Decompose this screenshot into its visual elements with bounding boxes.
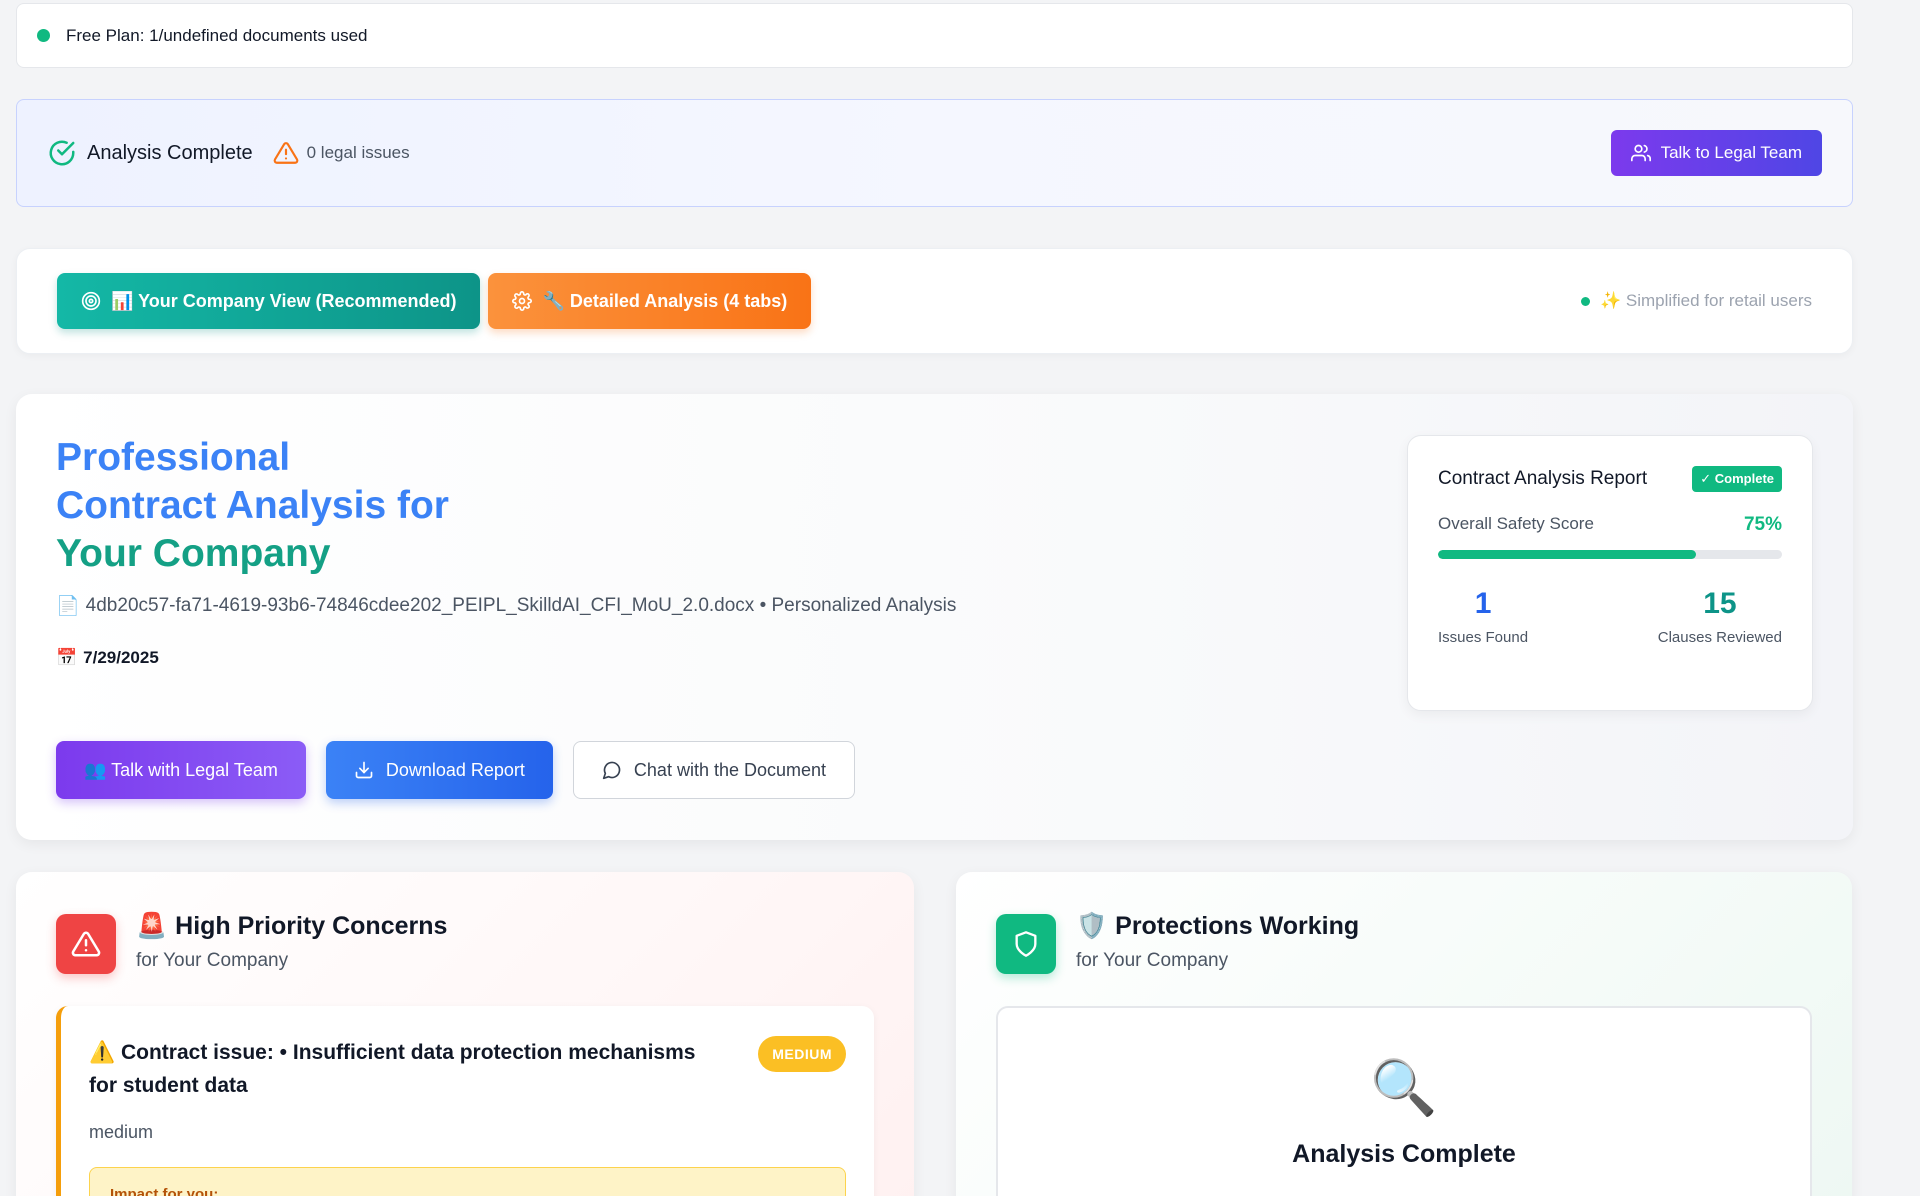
title-line-2: Contract Analysis for [56, 484, 449, 527]
check-circle-icon [49, 140, 75, 166]
concerns-title: 🚨 High Priority Concerns [136, 912, 447, 941]
page: Free Plan: 1/undefined documents used An… [0, 0, 1920, 1196]
report-stats: 1 Issues Found 15 Clauses Reviewed [1438, 587, 1782, 646]
issue-severity: medium [89, 1122, 154, 1142]
download-report-button[interactable]: Download Report [325, 741, 553, 799]
page-title: Professional Contract Analysis for Your … [56, 434, 576, 578]
clauses-reviewed-value: 15 [1703, 587, 1737, 620]
talk-with-legal-team-button[interactable]: 👥 Talk with Legal Team [56, 741, 306, 799]
talk-to-legal-team-label: Talk to Legal Team [1660, 143, 1802, 162]
chat-with-document-button[interactable]: Chat with the Document [572, 741, 856, 799]
protections-title: 🛡️ Protections Working [1076, 912, 1359, 941]
issues-found-stat: 1 Issues Found [1438, 587, 1528, 646]
concerns-title-text: High Priority Concerns [175, 912, 448, 940]
view-toggle-card: 📊 Your Company View (Recommended) 🔧 Deta… [16, 248, 1853, 354]
plan-usage-text: Free Plan: 1/undefined documents used [66, 25, 368, 45]
analysis-date: 📅 7/29/2025 [56, 648, 159, 668]
note-status-dot [1580, 296, 1590, 306]
document-filename: 4db20c57-fa71-4619-93b6-74846cdee202_PEI… [85, 595, 957, 616]
issues-found-value: 1 [1474, 587, 1492, 620]
hero-actions: 👥 Talk with Legal Team Download Report C… [56, 741, 856, 799]
issue-title: ⚠️ Contract issue: • Insufficient data p… [89, 1041, 696, 1097]
download-report-label: Download Report [385, 759, 525, 780]
gear-icon [512, 291, 533, 311]
concerns-subtitle: for Your Company [136, 950, 289, 971]
detailed-analysis-label: 🔧 Detailed Analysis (4 tabs) [542, 290, 788, 311]
protections-title-text: Protections Working [1115, 912, 1360, 940]
status-summary: Analysis Complete 0 legal issues [47, 138, 1611, 168]
document-info: 📄 4db20c57-fa71-4619-93b6-74846cdee202_P… [56, 594, 956, 618]
impact-label: Impact for you: [110, 1186, 219, 1196]
protections-empty-state: 🔍 Analysis Complete [996, 1006, 1812, 1196]
target-icon [81, 291, 101, 311]
issue-header: ⚠️ Contract issue: • Insufficient data p… [89, 1036, 846, 1102]
analysis-status-bar: Analysis Complete 0 legal issues Talk to… [16, 99, 1853, 207]
status-title: Analysis Complete [87, 141, 253, 164]
simplified-note-text: ✨ Simplified for retail users [1599, 291, 1812, 310]
legal-issues-count: 0 legal issues [306, 143, 410, 162]
shield-emoji-icon: 🛡️ [1076, 912, 1108, 940]
download-icon [355, 761, 373, 779]
safety-score-label: Overall Safety Score [1438, 514, 1594, 533]
empty-state-title: Analysis Complete [1292, 1140, 1516, 1168]
company-view-label: 📊 Your Company View (Recommended) [111, 290, 457, 311]
calendar-icon: 📅 [56, 648, 78, 667]
document-icon: 📄 [56, 596, 80, 617]
contract-hero-card: Professional Contract Analysis for Your … [16, 394, 1853, 840]
clauses-reviewed-stat: 15 Clauses Reviewed [1658, 587, 1782, 646]
protections-working-panel: 🛡️ Protections Working for Your Company … [956, 872, 1852, 1196]
issues-found-label: Issues Found [1438, 629, 1529, 646]
warning-triangle-icon [273, 142, 299, 164]
complete-badge: ✓ Complete [1692, 466, 1782, 492]
analysis-date-value: 7/29/2025 [83, 648, 159, 667]
simplified-note: ✨ Simplified for retail users [1580, 291, 1812, 311]
severity-badge: MEDIUM [758, 1036, 846, 1072]
impact-box: Impact for you: [89, 1167, 846, 1196]
talk-with-legal-team-label: 👥 Talk with Legal Team [84, 759, 278, 780]
siren-icon: 🚨 [136, 912, 168, 940]
detailed-analysis-button[interactable]: 🔧 Detailed Analysis (4 tabs) [488, 273, 812, 329]
issue-card[interactable]: ⚠️ Contract issue: • Insufficient data p… [56, 1006, 874, 1196]
safety-score-row: Overall Safety Score 75% [1438, 514, 1782, 536]
talk-to-legal-team-button[interactable]: Talk to Legal Team [1610, 130, 1822, 176]
high-priority-concerns-panel: 🚨 High Priority Concerns for Your Compan… [16, 872, 914, 1196]
plan-usage-bar: Free Plan: 1/undefined documents used [16, 3, 1853, 68]
company-view-button[interactable]: 📊 Your Company View (Recommended) [57, 273, 481, 329]
chat-with-document-label: Chat with the Document [633, 759, 827, 780]
protections-subtitle: for Your Company [1076, 950, 1229, 971]
shield-icon [996, 914, 1056, 974]
safety-score-fill [1438, 550, 1696, 559]
alert-triangle-icon [56, 914, 116, 974]
magnifier-icon: 🔍 [1370, 1058, 1438, 1118]
report-header: Contract Analysis Report ✓ Complete [1438, 466, 1782, 492]
safety-score-value: 75% [1743, 514, 1782, 535]
title-line-1: Professional [56, 436, 291, 479]
clauses-reviewed-label: Clauses Reviewed [1657, 629, 1782, 646]
title-line-3: Your Company [56, 532, 331, 575]
report-title: Contract Analysis Report [1438, 468, 1648, 489]
chat-bubble-icon [602, 761, 621, 780]
plan-status-dot [37, 29, 50, 42]
users-icon [1630, 144, 1651, 162]
analysis-report-card: Contract Analysis Report ✓ Complete Over… [1407, 435, 1813, 711]
safety-score-bar [1438, 550, 1782, 559]
